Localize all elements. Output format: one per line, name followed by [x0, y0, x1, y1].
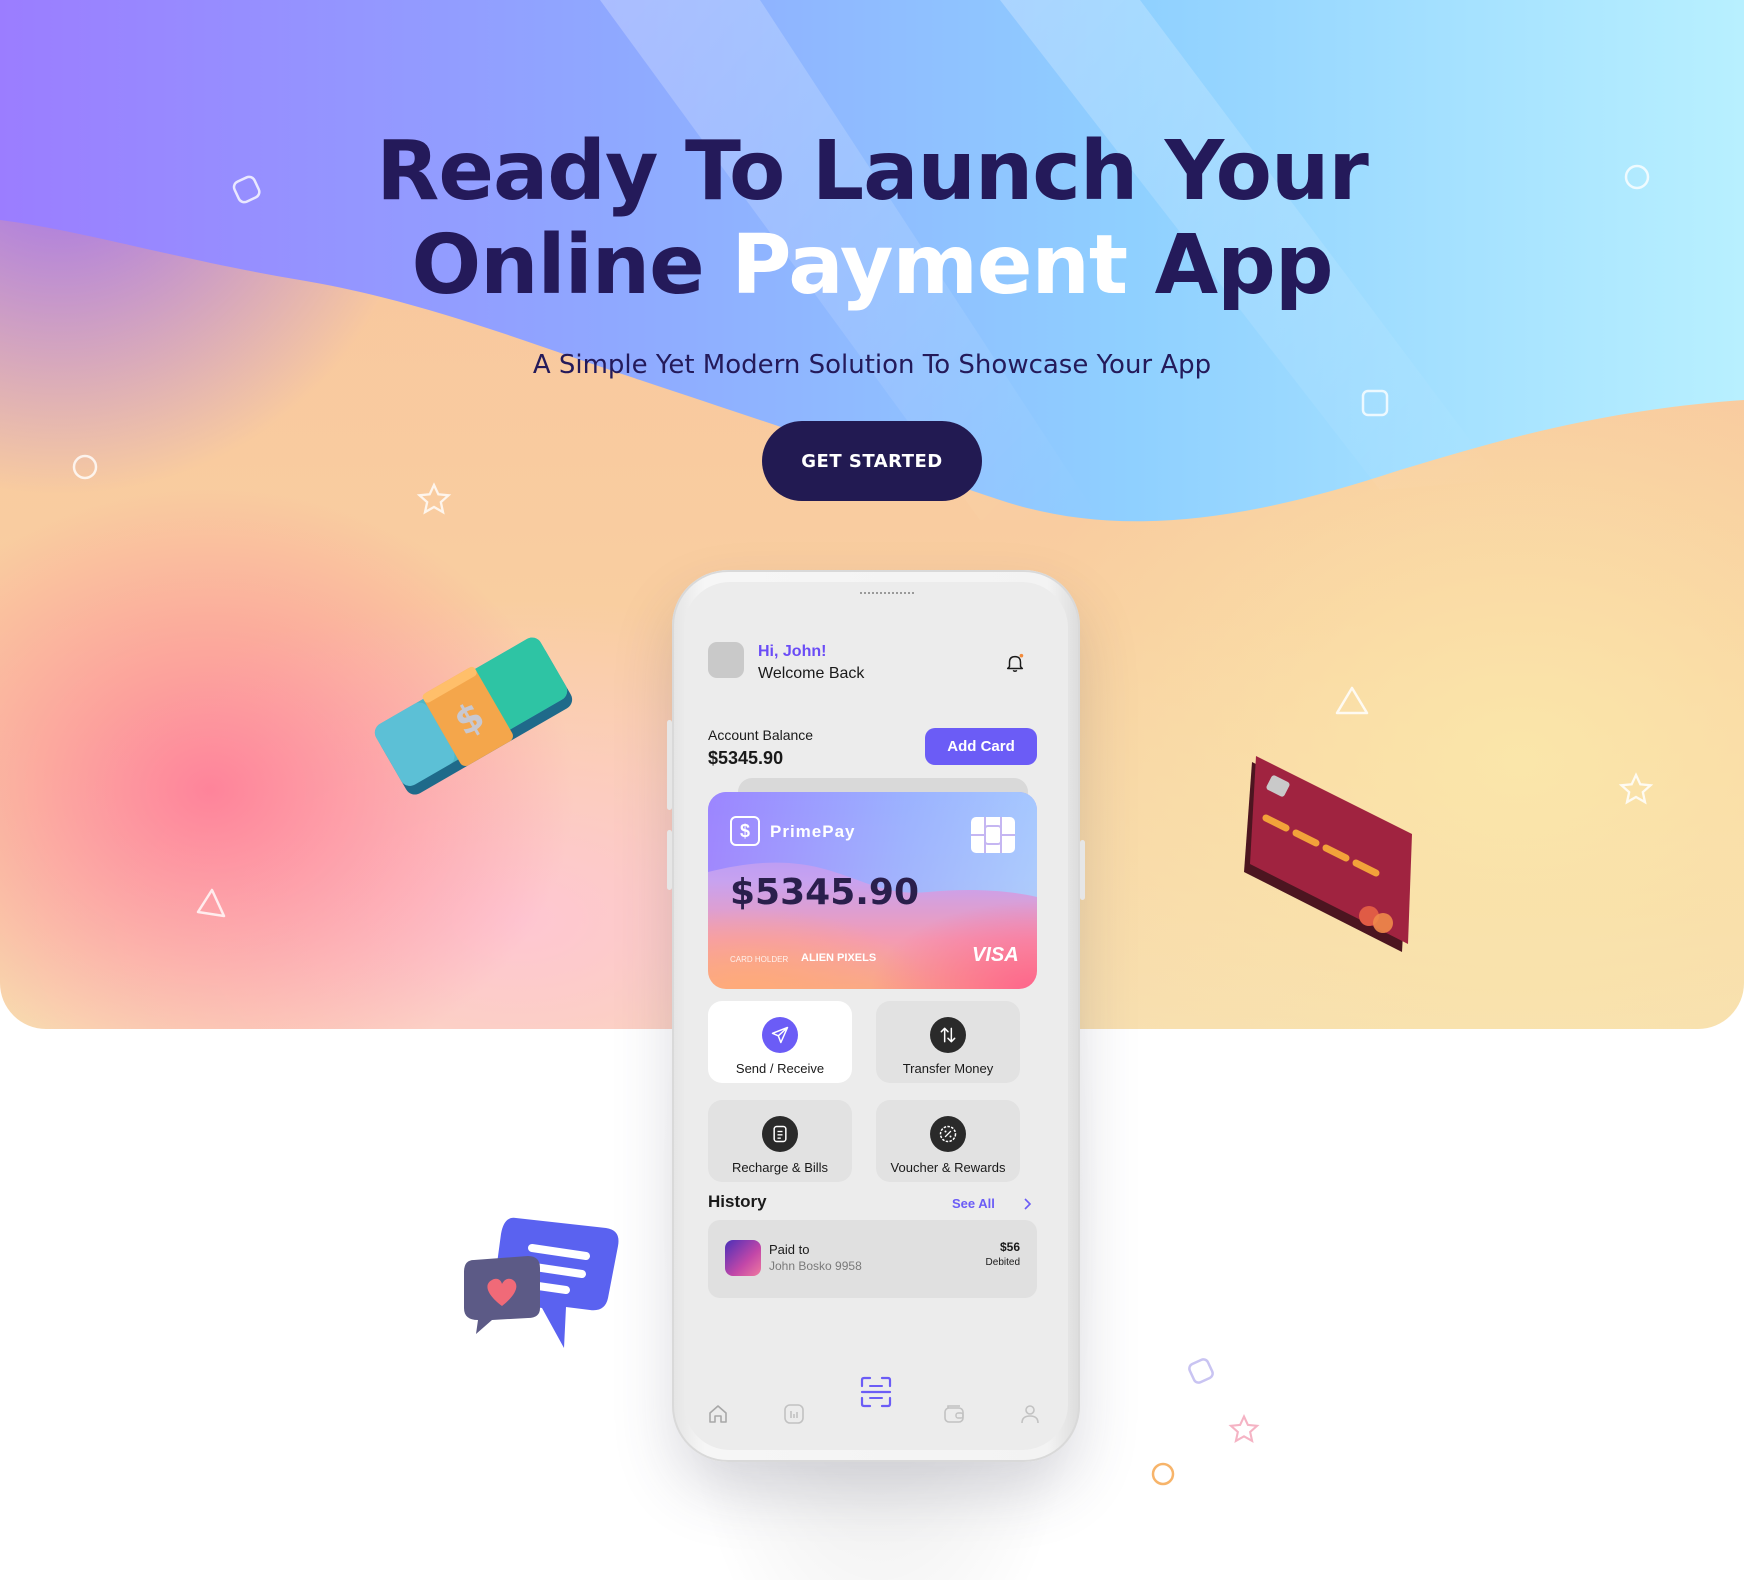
history-amount: $56	[999, 1240, 1020, 1254]
transfer-icon	[930, 1017, 966, 1053]
avatar[interactable]	[708, 642, 744, 678]
card-amount: $5345.90	[730, 872, 920, 913]
see-all-link[interactable]: See All	[952, 1196, 995, 1211]
recharge-bills-tile[interactable]: Recharge & Bills	[708, 1100, 852, 1182]
star-shape	[416, 482, 452, 515]
headline-accent-word: Payment	[731, 218, 1128, 313]
star-shape	[1228, 1414, 1260, 1444]
card-logo-icon: $	[730, 816, 760, 846]
bill-icon	[762, 1116, 798, 1152]
scan-icon[interactable]	[858, 1374, 894, 1410]
card-brand: PrimePay	[770, 822, 856, 841]
credit-card-icon	[1244, 756, 1412, 952]
phone-mockup: Hi, John! Welcome Back Account Balance $…	[667, 570, 1085, 1462]
stats-icon[interactable]	[782, 1402, 806, 1426]
profile-icon[interactable]	[1018, 1402, 1042, 1426]
rounded-square-shape	[1361, 389, 1389, 417]
triangle-shape	[196, 888, 226, 918]
phone-side-button	[1080, 840, 1085, 900]
tile-label: Recharge & Bills	[731, 1160, 829, 1175]
history-status: Debited	[985, 1257, 1020, 1268]
headline-line-1: Ready To Launch Your	[376, 124, 1369, 219]
headline-line-2-end: App	[1127, 218, 1334, 313]
chat-bubbles-icon	[464, 1217, 619, 1348]
star-shape	[1618, 772, 1654, 805]
history-title: History	[708, 1192, 767, 1211]
money-stack-icon: $	[374, 637, 573, 795]
send-receive-tile[interactable]: Send / Receive	[708, 1001, 852, 1083]
rounded-square-shape	[1188, 1358, 1214, 1384]
hero-headline: Ready To Launch Your Online Payment App	[0, 125, 1744, 313]
history-label: Paid to	[769, 1242, 810, 1257]
card-holder-label: CARD HOLDER	[730, 955, 789, 964]
tile-label: Send / Receive	[735, 1061, 825, 1076]
circle-shape	[72, 454, 98, 480]
transfer-money-tile[interactable]: Transfer Money	[876, 1001, 1020, 1083]
payee-avatar	[725, 1240, 761, 1276]
voucher-rewards-tile[interactable]: Voucher & Rewards	[876, 1100, 1020, 1182]
chip-icon	[971, 817, 1015, 853]
balance-label: Account Balance	[708, 727, 814, 743]
card-holder-name: ALIEN PIXELS	[801, 952, 877, 964]
bottom-nav	[684, 1372, 1068, 1442]
send-icon	[762, 1017, 798, 1053]
phone-speaker	[860, 592, 914, 597]
tile-label: Transfer Money	[902, 1061, 994, 1076]
wallet-icon[interactable]	[942, 1402, 966, 1426]
add-card-button[interactable]: Add Card	[925, 728, 1037, 765]
headline-line-2-start: Online	[411, 218, 732, 313]
greeting-text: Hi, John!	[758, 643, 827, 660]
payee-name: John Bosko 9958	[769, 1259, 862, 1273]
balance-value: $5345.90	[708, 748, 784, 768]
payment-card[interactable]: $ PrimePay $5345.90 CARD HOLDER ALIEN PI…	[708, 792, 1037, 989]
circle-shape	[1151, 1462, 1175, 1486]
hero-subtitle: A Simple Yet Modern Solution To Showcase…	[532, 350, 1212, 380]
phone-side-button	[667, 720, 672, 810]
tile-label: Voucher & Rewards	[890, 1160, 1006, 1175]
welcome-text: Welcome Back	[758, 665, 865, 682]
visa-logo: VISA	[972, 944, 1019, 966]
chevron-right-icon[interactable]	[1022, 1196, 1034, 1212]
phone-side-button	[667, 830, 672, 890]
phone-screen: Hi, John! Welcome Back Account Balance $…	[684, 582, 1068, 1450]
history-row[interactable]: Paid to John Bosko 9958 $56 Debited	[708, 1220, 1037, 1298]
home-icon[interactable]	[706, 1402, 730, 1426]
get-started-button[interactable]: GET STARTED	[762, 421, 982, 501]
triangle-shape	[1335, 686, 1369, 715]
voucher-icon	[930, 1116, 966, 1152]
bell-icon[interactable]	[1004, 652, 1026, 674]
